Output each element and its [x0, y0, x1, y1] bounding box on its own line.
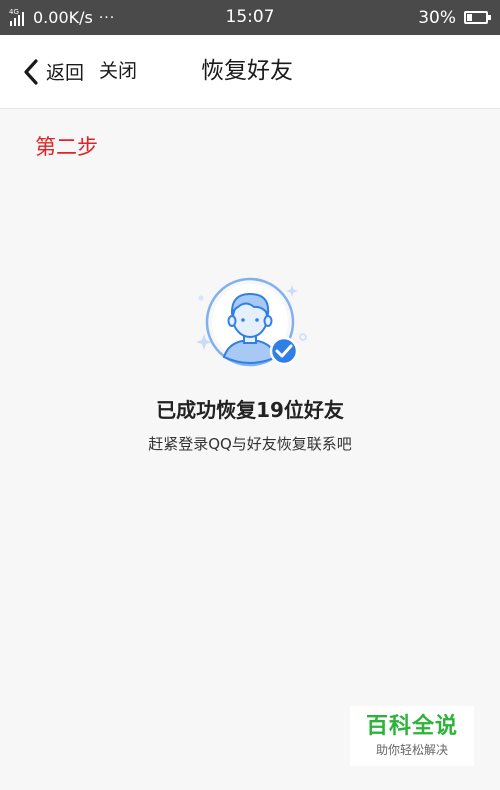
back-label: 返回 — [46, 62, 85, 84]
success-subtitle: 赶紧登录QQ与好友恢复联系吧 — [148, 435, 352, 453]
nav-bar: 返回 关闭 恢复好友 — [0, 35, 500, 109]
status-bar: 4G 0.00K/s ··· 15:07 30% — [0, 0, 500, 35]
status-right: 30% — [418, 0, 491, 35]
battery-icon — [464, 11, 491, 24]
battery-level-fill — [467, 14, 472, 21]
watermark-logo: 百科全说 助你轻松解决 — [350, 706, 474, 766]
page-title: 恢复好友 — [201, 58, 293, 84]
back-button[interactable]: 返回 — [22, 35, 84, 108]
avatar-check-icon — [188, 270, 312, 380]
close-button[interactable]: 关闭 — [99, 35, 137, 108]
step-label: 第二步 — [35, 135, 98, 159]
back-chevron-icon — [24, 58, 38, 85]
battery-percent: 30% — [418, 7, 456, 28]
success-title: 已成功恢复19位好友 — [156, 398, 344, 422]
watermark-subtitle: 助你轻松解决 — [375, 743, 448, 757]
watermark-title: 百科全说 — [365, 714, 458, 739]
